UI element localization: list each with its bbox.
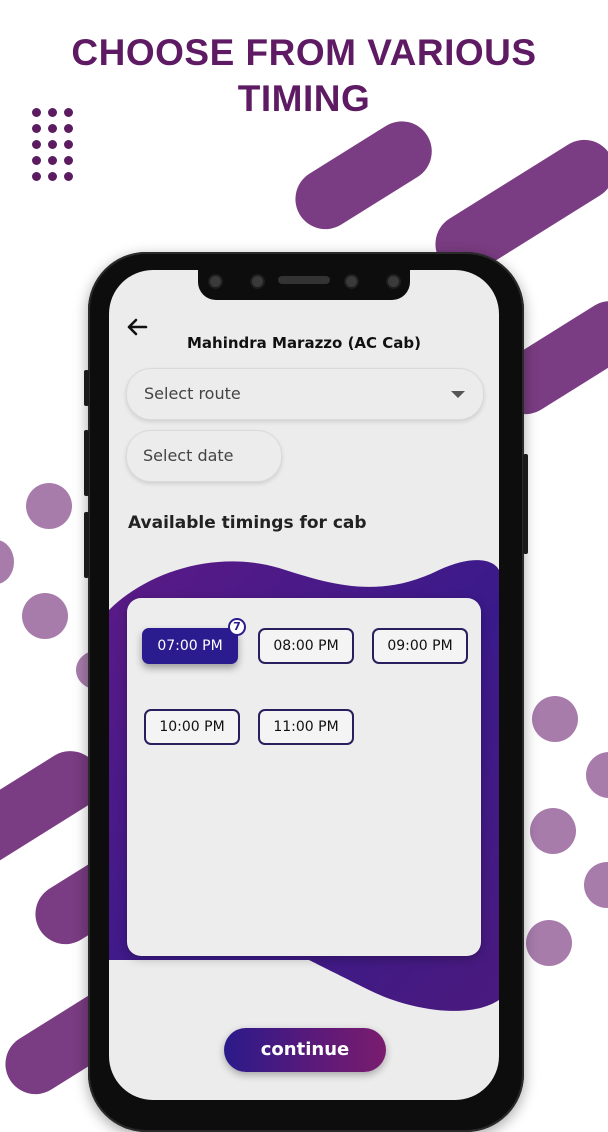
decor-stripe (284, 110, 444, 241)
sensor-icon (386, 274, 401, 289)
decor-circle (526, 920, 572, 966)
timing-chip[interactable]: 11:00 PM (258, 709, 354, 745)
headline-line-2: TIMING (237, 78, 371, 119)
continue-button[interactable]: continue (224, 1028, 386, 1072)
speaker-grille (278, 276, 330, 284)
volume-button (84, 370, 89, 406)
headline-line-1: CHOOSE FROM VARIOUS (71, 32, 537, 73)
decor-circle (530, 808, 576, 854)
timing-chip[interactable]: 07:00 PM (142, 628, 238, 664)
camera-icon (344, 274, 359, 289)
decor-circle (0, 540, 14, 584)
promo-headline: CHOOSE FROM VARIOUS TIMING (0, 30, 608, 122)
sensor-icon (250, 274, 265, 289)
timing-chip[interactable]: 08:00 PM (258, 628, 354, 664)
section-heading: Available timings for cab (128, 513, 367, 533)
date-select-placeholder: Select date (143, 446, 234, 465)
volume-button (84, 430, 89, 496)
decor-circle (584, 862, 608, 908)
route-select-placeholder: Select route (144, 384, 241, 403)
route-select[interactable]: Select route (126, 368, 484, 420)
dot-grid-decoration (32, 108, 76, 184)
chevron-down-icon (451, 391, 465, 398)
decor-circle (22, 593, 68, 639)
decor-circle (586, 752, 608, 798)
decor-circle (532, 696, 578, 742)
power-button (523, 454, 528, 554)
decor-circle (26, 483, 72, 529)
timing-chip[interactable]: 10:00 PM (144, 709, 240, 745)
date-select[interactable]: Select date (126, 430, 282, 482)
timing-chip[interactable]: 09:00 PM (372, 628, 468, 664)
cab-title: Mahindra Marazzo (AC Cab) (186, 334, 421, 352)
selected-count-badge: 7 (228, 618, 246, 636)
camera-icon (208, 274, 223, 289)
volume-button (84, 512, 89, 578)
